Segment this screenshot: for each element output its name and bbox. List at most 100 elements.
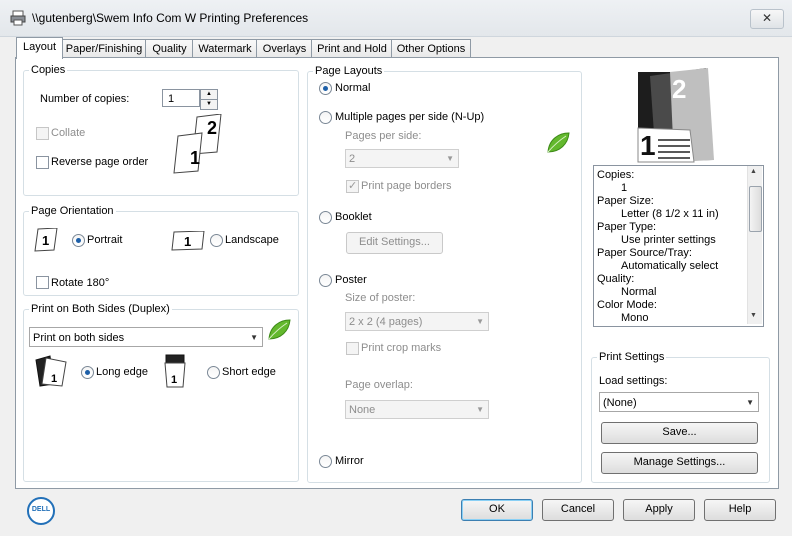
- help-button[interactable]: Help: [704, 499, 776, 521]
- print-crop-marks-label: Print crop marks: [361, 342, 442, 354]
- rotate-180-checkbox[interactable]: [36, 276, 49, 289]
- landscape-page-number: 1: [184, 234, 192, 249]
- print-crop-marks-checkbox[interactable]: [346, 342, 359, 355]
- summary-line: Paper Type:: [597, 221, 657, 233]
- duplex-group-title: Print on Both Sides (Duplex): [29, 303, 172, 315]
- page-overlap-value: None: [349, 404, 376, 416]
- short-edge-radio[interactable]: [207, 366, 220, 379]
- booklet-radio[interactable]: [319, 211, 332, 224]
- orientation-group-title: Page Orientation: [29, 205, 116, 217]
- tab-print-and-hold[interactable]: Print and Hold: [311, 39, 393, 58]
- pages-per-side-select[interactable]: 2 ▼: [345, 149, 459, 168]
- summary-line: Copies:: [597, 169, 635, 181]
- layout-preview-image: 2 1: [636, 68, 716, 164]
- normal-label: Normal: [335, 82, 371, 94]
- copies-down-arrow-icon[interactable]: ▼: [200, 99, 218, 110]
- print-page-borders-checkbox[interactable]: ✓: [346, 180, 359, 193]
- page-overlap-select[interactable]: None ▼: [345, 400, 489, 419]
- landscape-label: Landscape: [225, 234, 279, 246]
- tab-layout[interactable]: Layout: [16, 37, 63, 59]
- edit-settings-button[interactable]: Edit Settings...: [346, 232, 443, 254]
- long-edge-flip-icon: 1: [35, 355, 67, 387]
- scroll-down-icon[interactable]: ▼: [750, 312, 757, 319]
- settings-summary-list[interactable]: Copies: 1 Paper Size: Letter (8 1/2 x 11…: [593, 165, 764, 327]
- portrait-radio[interactable]: [72, 234, 85, 247]
- tab-quality[interactable]: Quality: [145, 39, 194, 58]
- page-layouts-group-title: Page Layouts: [313, 65, 385, 77]
- normal-radio[interactable]: [319, 82, 332, 95]
- copies-page-two-number: 2: [207, 118, 218, 138]
- manage-settings-button[interactable]: Manage Settings...: [601, 452, 758, 474]
- load-settings-value: (None): [603, 397, 637, 409]
- summary-scrollbar[interactable]: ▲ ▼: [747, 166, 762, 324]
- short-edge-flip-icon: 1: [164, 354, 186, 388]
- preview-back-page-number: 2: [672, 74, 687, 104]
- summary-line: Paper Source/Tray:: [597, 247, 692, 259]
- duplex-select-value: Print on both sides: [33, 332, 125, 344]
- reverse-page-order-checkbox[interactable]: [36, 156, 49, 169]
- poster-radio[interactable]: [319, 274, 332, 287]
- eco-leaf-icon: [547, 132, 570, 153]
- nup-label: Multiple pages per side (N-Up): [335, 111, 485, 123]
- booklet-label: Booklet: [335, 211, 372, 223]
- portrait-page-number: 1: [42, 233, 50, 248]
- summary-line: Quality:: [597, 273, 635, 285]
- nup-radio[interactable]: [319, 111, 332, 124]
- dell-logo: DELL: [27, 497, 55, 525]
- svg-text:1: 1: [171, 374, 177, 386]
- summary-line: Paper Size:: [597, 195, 654, 207]
- collate-label: Collate: [51, 127, 86, 139]
- tab-watermark[interactable]: Watermark: [192, 39, 258, 58]
- mirror-radio[interactable]: [319, 455, 332, 468]
- window-title: \\gutenberg\Swem Info Com W Printing Pre…: [32, 11, 309, 25]
- scroll-up-icon[interactable]: ▲: [750, 168, 757, 175]
- size-of-poster-select[interactable]: 2 x 2 (4 pages) ▼: [345, 312, 489, 331]
- summary-line: Normal: [621, 286, 657, 298]
- collate-checkbox[interactable]: [36, 127, 49, 140]
- rotate-180-label: Rotate 180°: [51, 277, 110, 289]
- copies-pages-icon: 2 1: [172, 113, 224, 176]
- number-of-copies-label: Number of copies:: [40, 93, 130, 105]
- pages-per-side-label: Pages per side:: [345, 130, 422, 142]
- summary-line: Letter (8 1/2 x 11 in): [621, 208, 719, 220]
- summary-line: Use printer settings: [621, 234, 716, 246]
- checkmark-icon: ✓: [348, 180, 358, 192]
- landscape-page-icon: 1: [170, 230, 206, 251]
- poster-label: Poster: [335, 274, 367, 286]
- print-page-borders-label: Print page borders: [361, 180, 452, 192]
- size-of-poster-value: 2 x 2 (4 pages): [349, 316, 423, 328]
- chevron-down-icon: ▼: [476, 405, 484, 414]
- cancel-button[interactable]: Cancel: [542, 499, 614, 521]
- copies-group-title: Copies: [29, 64, 68, 76]
- apply-button[interactable]: Apply: [623, 499, 695, 521]
- size-of-poster-label: Size of poster:: [345, 292, 416, 304]
- copies-input[interactable]: 1: [162, 89, 200, 107]
- summary-line: 1: [621, 182, 628, 194]
- portrait-page-icon: 1: [33, 227, 59, 252]
- pages-per-side-value: 2: [349, 153, 356, 165]
- long-edge-label: Long edge: [96, 366, 148, 378]
- ok-button[interactable]: OK: [461, 499, 533, 521]
- duplex-select[interactable]: Print on both sides ▼: [29, 327, 263, 347]
- chevron-down-icon: ▼: [250, 333, 258, 342]
- title-bar: \\gutenberg\Swem Info Com W Printing Pre…: [0, 0, 792, 37]
- tab-overlays[interactable]: Overlays: [256, 39, 313, 58]
- preview-front-page-number: 1: [640, 130, 656, 161]
- landscape-radio[interactable]: [210, 234, 223, 247]
- save-settings-button[interactable]: Save...: [601, 422, 758, 444]
- printer-icon: [10, 10, 26, 26]
- scroll-thumb[interactable]: [749, 186, 762, 232]
- load-settings-label: Load settings:: [599, 375, 668, 387]
- summary-line: Mono: [621, 312, 649, 324]
- long-edge-radio[interactable]: [81, 366, 94, 379]
- mirror-label: Mirror: [335, 455, 364, 467]
- portrait-label: Portrait: [87, 234, 123, 246]
- svg-text:1: 1: [51, 373, 57, 385]
- tab-paper-finishing[interactable]: Paper/Finishing: [61, 39, 147, 58]
- summary-line: Automatically select: [621, 260, 719, 272]
- tab-other-options[interactable]: Other Options: [391, 39, 471, 58]
- chevron-down-icon: ▼: [476, 317, 484, 326]
- close-button[interactable]: ✕: [750, 9, 784, 29]
- chevron-down-icon: ▼: [746, 398, 754, 407]
- load-settings-select[interactable]: (None) ▼: [599, 392, 759, 412]
